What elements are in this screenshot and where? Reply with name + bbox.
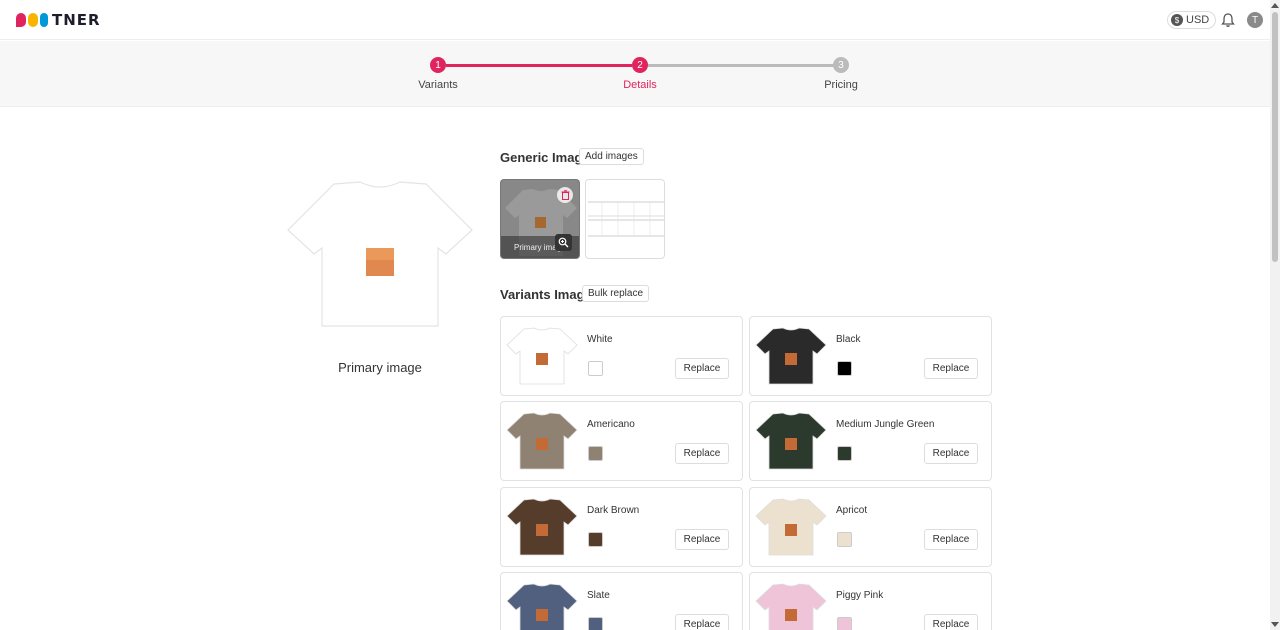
step-2-dot[interactable]: 2 [632, 57, 648, 73]
bell-icon[interactable] [1220, 12, 1236, 28]
variant-card-black: Black Replace [749, 316, 992, 396]
color-swatch [588, 617, 603, 630]
replace-button[interactable]: Replace [924, 443, 978, 464]
variant-name: Apricot [836, 505, 868, 516]
color-swatch [588, 361, 603, 376]
variant-card-americano: Americano Replace [500, 401, 743, 481]
color-swatch [837, 532, 852, 547]
currency-label: USD [1186, 14, 1210, 26]
replace-button[interactable]: Replace [675, 529, 729, 550]
variant-card-piggy-pink: Piggy Pink Replace [749, 572, 992, 630]
trash-icon[interactable] [557, 187, 573, 203]
variant-shirt-image [755, 412, 827, 470]
replace-button[interactable]: Replace [924, 529, 978, 550]
variant-name: Piggy Pink [836, 590, 884, 601]
replace-button[interactable]: Replace [924, 614, 978, 630]
add-images-button[interactable]: Add images [579, 148, 644, 165]
variant-card-slate: Slate Replace [500, 572, 743, 630]
replace-button[interactable]: Replace [675, 358, 729, 379]
bulk-replace-button[interactable]: Bulk replace [582, 285, 650, 302]
top-bar: TNER $ USD T [0, 0, 1270, 40]
variant-name: Americano [587, 419, 635, 430]
variant-name: Medium Jungle Green [836, 419, 935, 430]
size-chart-thumbnail [588, 201, 664, 238]
currency-selector[interactable]: $ USD [1167, 11, 1217, 29]
variant-shirt-image [506, 327, 578, 385]
variant-name: Black [836, 334, 861, 345]
step-1-label[interactable]: Variants [378, 79, 498, 91]
replace-button[interactable]: Replace [675, 614, 729, 630]
scrollbar[interactable] [1270, 0, 1280, 630]
color-swatch [588, 446, 603, 461]
variant-name: White [587, 334, 613, 345]
avatar[interactable]: T [1247, 12, 1263, 28]
logo-mark-p [16, 13, 26, 27]
color-swatch [588, 532, 603, 547]
color-swatch [837, 617, 852, 630]
dollar-coin-icon: $ [1171, 14, 1183, 26]
generic-image-thumb-2[interactable] [585, 179, 665, 259]
generic-image-thumb-1[interactable]: Primary image [500, 179, 580, 259]
zoom-in-icon[interactable] [555, 234, 572, 251]
variant-card-apricot: Apricot Replace [749, 487, 992, 567]
progress-stepper: 1 Variants 2 Details 3 Pricing [0, 41, 1270, 107]
replace-button[interactable]: Replace [675, 443, 729, 464]
variant-shirt-image [506, 498, 578, 556]
variant-card-medium-jungle-green: Medium Jungle Green Replace [749, 401, 992, 481]
scroll-thumb[interactable] [1272, 12, 1278, 262]
logo-text: TNER [52, 11, 101, 29]
primary-image-label: Primary image [338, 360, 422, 375]
color-swatch [837, 361, 852, 376]
logo-mark-o2 [40, 13, 48, 27]
variant-card-dark-brown: Dark Brown Replace [500, 487, 743, 567]
scroll-down-arrow-icon[interactable] [1271, 622, 1279, 627]
variant-shirt-image [755, 583, 827, 630]
primary-image-preview [287, 181, 473, 327]
replace-button[interactable]: Replace [924, 358, 978, 379]
variant-shirt-image [506, 412, 578, 470]
step-line-1-2 [446, 64, 632, 67]
step-3-label[interactable]: Pricing [781, 79, 901, 91]
step-line-2-3 [648, 64, 834, 67]
logo[interactable]: TNER [16, 11, 101, 29]
step-1-dot[interactable]: 1 [430, 57, 446, 73]
variant-shirt-image [506, 583, 578, 630]
variant-shirt-image [755, 327, 827, 385]
variant-name: Dark Brown [587, 505, 640, 516]
scroll-up-arrow-icon[interactable] [1271, 3, 1279, 8]
variant-name: Slate [587, 590, 610, 601]
step-3-dot[interactable]: 3 [833, 57, 849, 73]
step-2-label[interactable]: Details [580, 79, 700, 91]
variant-card-white: White Replace [500, 316, 743, 396]
color-swatch [837, 446, 852, 461]
logo-mark-o1 [28, 13, 38, 27]
variant-shirt-image [755, 498, 827, 556]
